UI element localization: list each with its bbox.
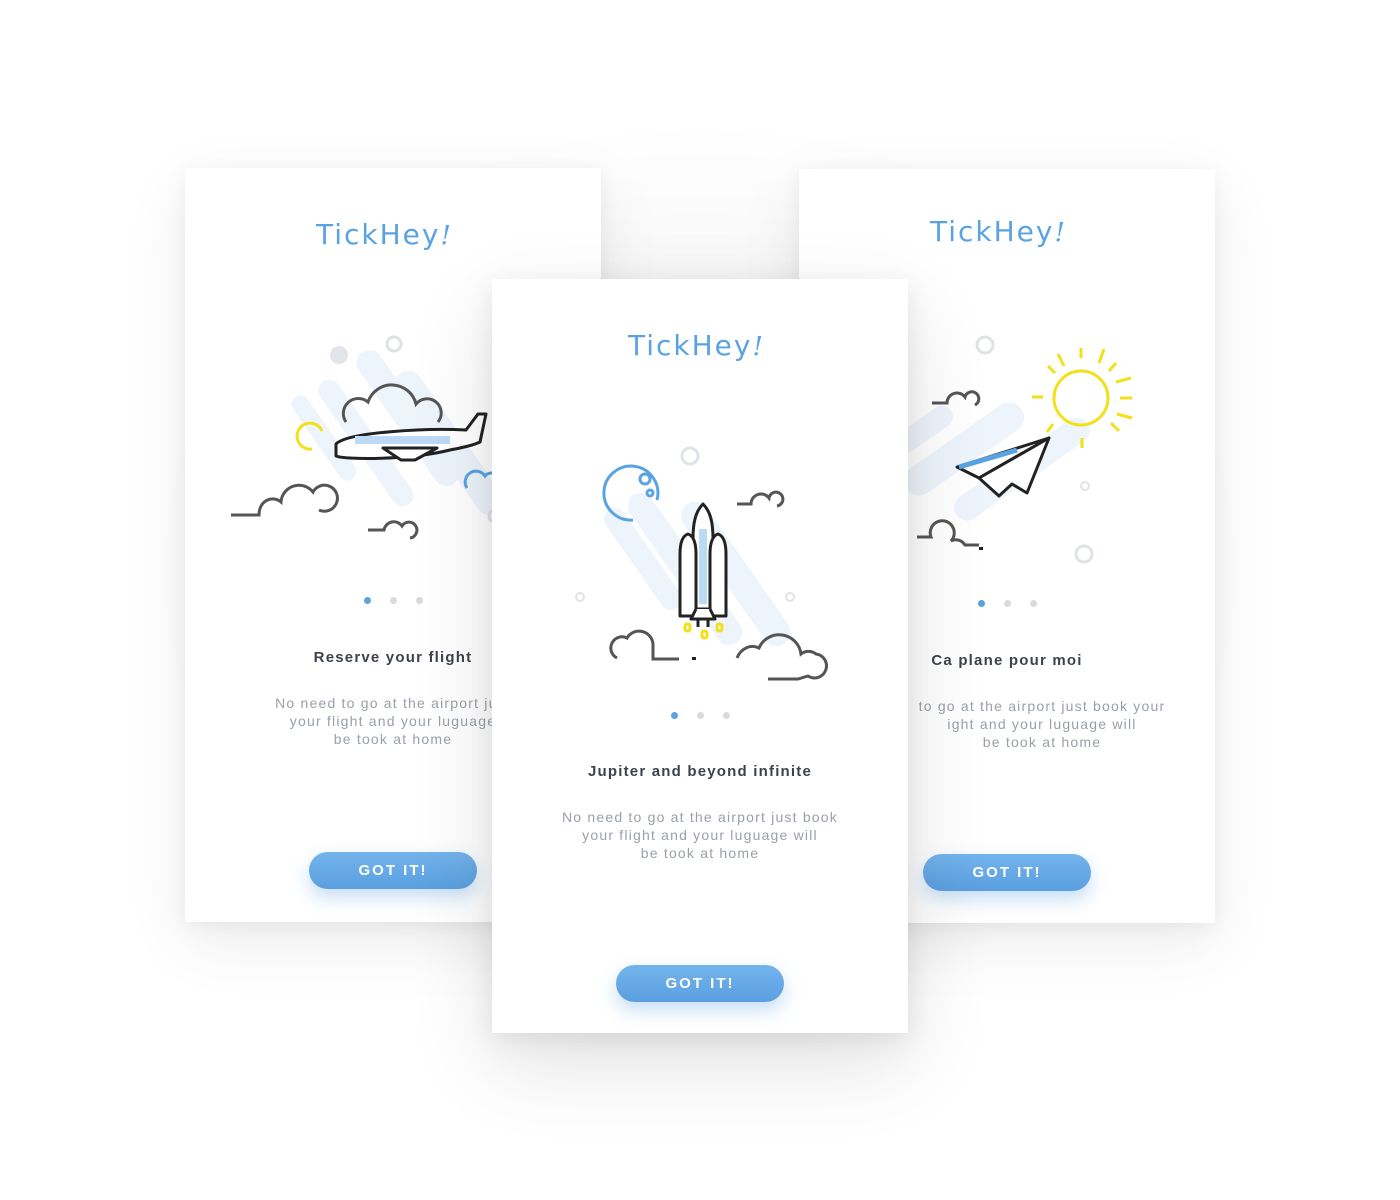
page-dot-3[interactable] (1029, 600, 1037, 607)
card-description: No need to go at the airport just book y… (522, 808, 878, 862)
page-dot-2[interactable] (696, 712, 704, 719)
pagination-dots (492, 712, 908, 719)
description-line: be took at home (640, 845, 760, 861)
brand-mark: ! (440, 221, 453, 251)
description-line: ight and your luguage will (947, 716, 1137, 732)
brand-name: TickHey (628, 329, 753, 362)
brand-logo: TickHey! (492, 329, 908, 362)
showcase-stage: TickHey! Reserve your flight No need to … (0, 0, 1400, 1200)
card-description: to go at the airport just book your ight… (879, 697, 1205, 751)
card-title: Jupiter and beyond infinite (587, 763, 813, 780)
description-line: your flight and your luguage will (582, 827, 818, 843)
page-dot-1[interactable] (670, 712, 678, 719)
got-it-button[interactable]: GOT IT! (923, 854, 1091, 891)
onboarding-card-center: TickHey! Jupiter and beyond infinite No … (492, 279, 908, 1033)
page-dot-2[interactable] (389, 597, 397, 604)
page-dot-2[interactable] (1003, 600, 1011, 607)
description-line: to go at the airport just book your (918, 698, 1166, 714)
page-dot-1[interactable] (977, 600, 985, 607)
rocket-illustration (575, 446, 828, 681)
description-line: be took at home (982, 734, 1102, 750)
brand-name: TickHey (316, 218, 441, 251)
description-line: No need to go at the airport just book (562, 809, 838, 825)
brand-mark: ! (1054, 218, 1067, 248)
page-dot-3[interactable] (415, 597, 423, 604)
got-it-button[interactable]: GOT IT! (309, 852, 477, 889)
brand-logo: TickHey! (799, 215, 1215, 248)
brand-name: TickHey (930, 215, 1055, 248)
page-dot-3[interactable] (722, 712, 730, 719)
brand-logo: TickHey! (185, 218, 601, 251)
brand-mark: ! (752, 332, 765, 362)
page-dot-1[interactable] (363, 597, 371, 604)
got-it-button[interactable]: GOT IT! (616, 965, 784, 1002)
